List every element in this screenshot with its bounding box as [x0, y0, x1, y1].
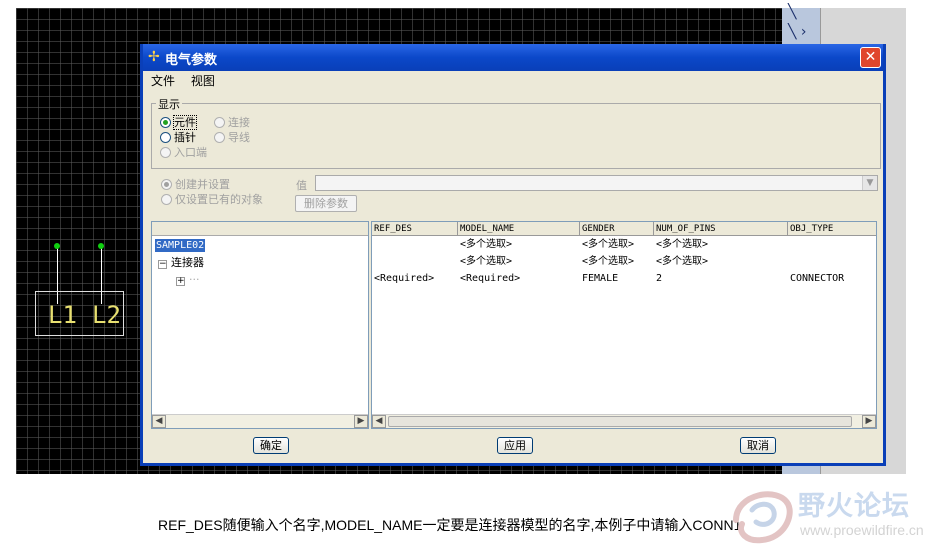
radio-component[interactable]: 元件 — [160, 115, 197, 130]
pin-label-2: L2 — [92, 301, 121, 329]
menu-view[interactable]: 视图 — [191, 74, 215, 88]
pin-node-2[interactable] — [98, 243, 104, 249]
radio-dot-icon — [161, 179, 172, 190]
side-scrollbar[interactable] — [906, 8, 910, 474]
column-header[interactable]: NUM_OF_PINS — [654, 222, 788, 236]
combo-arrow-icon[interactable]: ▼ — [862, 176, 877, 190]
table-cell[interactable]: <多个选取> — [656, 256, 708, 268]
radio-port[interactable]: 入口端 — [160, 146, 207, 159]
table-cell[interactable]: CONNECTOR — [790, 273, 844, 285]
column-header[interactable]: GENDER — [580, 222, 654, 236]
electrical-params-dialog: ✢ 电气参数 ✕ 文件 视图 显示 元件 连接 插针 导线 入口端 创建并设置 … — [140, 44, 886, 466]
watermark-title: 野火论坛 — [798, 491, 910, 522]
table-cell[interactable]: <多个选取> — [656, 239, 708, 251]
scroll-thumb[interactable] — [388, 416, 852, 427]
display-group: 显示 元件 连接 插针 导线 入口端 — [151, 96, 881, 169]
scroll-left-icon[interactable]: ◀ — [372, 415, 386, 428]
column-header[interactable]: REF_DES — [372, 222, 458, 236]
tree-header — [152, 222, 368, 236]
forum-watermark: 野火论坛 www.proewildfire.cn — [728, 480, 938, 548]
apply-button[interactable]: 应用 — [497, 437, 533, 454]
parameter-table[interactable]: REF_DES MODEL_NAME GENDER NUM_OF_PINS OB… — [371, 221, 877, 429]
table-cell[interactable]: <多个选取> — [582, 256, 634, 268]
column-header[interactable]: OBJ_TYPE — [788, 222, 878, 236]
radio-dot-icon — [160, 147, 171, 158]
pin-label-1: L1 — [48, 301, 77, 329]
display-group-legend: 显示 — [156, 96, 182, 112]
table-cell[interactable]: 2 — [656, 273, 662, 285]
radio-pin[interactable]: 插针 — [160, 131, 196, 144]
radio-dot-icon — [160, 132, 171, 143]
scroll-left-icon[interactable]: ◀ — [152, 415, 166, 428]
delete-param-button[interactable]: 删除参数 — [295, 195, 357, 212]
table-cell[interactable]: <多个选取> — [460, 239, 512, 251]
column-header[interactable]: MODEL_NAME — [458, 222, 580, 236]
dialog-title: 电气参数 — [165, 53, 218, 68]
watermark-logo-icon — [733, 491, 793, 544]
dialog-app-icon: ✢ — [148, 49, 160, 65]
radio-create-and-set[interactable]: 创建并设置 — [161, 178, 230, 191]
dialog-titlebar[interactable]: ✢ 电气参数 ✕ — [143, 44, 883, 71]
tree-expander-icon[interactable]: + — [176, 277, 185, 286]
value-label: 值 — [296, 179, 307, 192]
value-combo[interactable]: ▼ — [315, 175, 878, 191]
table-cell[interactable]: <Required> — [374, 273, 434, 285]
scroll-right-icon[interactable]: ▶ — [862, 415, 876, 428]
line-tool-icon[interactable]: ╲ › — [788, 24, 816, 40]
tree-expander-icon[interactable]: − — [158, 260, 167, 269]
object-tree[interactable]: SAMPLE02 − 连接器 + ··· ◀ ▶ — [151, 221, 369, 429]
table-cell[interactable]: <Required> — [460, 273, 520, 285]
watermark-url: www.proewildfire.cn — [800, 522, 924, 538]
close-icon[interactable]: ✕ — [860, 47, 881, 68]
radio-connection[interactable]: 连接 — [214, 116, 250, 129]
table-cell[interactable]: FEMALE — [582, 273, 618, 285]
pin-node-1[interactable] — [54, 243, 60, 249]
menu-file[interactable]: 文件 — [151, 74, 175, 88]
tree-node-connector[interactable]: − 连接器 — [158, 256, 204, 269]
ok-button[interactable]: 确定 — [253, 437, 289, 454]
tree-root-node[interactable]: SAMPLE02 — [155, 239, 206, 252]
table-header: REF_DES MODEL_NAME GENDER NUM_OF_PINS OB… — [372, 222, 876, 236]
radio-set-existing-only[interactable]: 仅设置已有的对象 — [161, 193, 263, 206]
caption-text: REF_DES随便输入个名字,MODEL_NAME一定要是连接器模型的名字,本例… — [158, 517, 742, 533]
radio-dot-icon — [161, 194, 172, 205]
table-cell[interactable]: <多个选取> — [460, 256, 512, 268]
table-hscrollbar[interactable]: ◀ ▶ — [372, 414, 876, 428]
table-cell[interactable]: <多个选取> — [582, 239, 634, 251]
tree-hscrollbar[interactable]: ◀ ▶ — [152, 414, 368, 428]
cancel-button[interactable]: 取消 — [740, 437, 776, 454]
menu-bar: 文件 视图 — [143, 71, 883, 91]
tree-node-leaf[interactable]: + ··· — [176, 273, 200, 286]
radio-dot-icon — [214, 117, 225, 128]
radio-dot-icon — [214, 132, 225, 143]
scroll-right-icon[interactable]: ▶ — [354, 415, 368, 428]
radio-wire[interactable]: 导线 — [214, 131, 250, 144]
radio-dot-icon — [160, 117, 171, 128]
tool-icon[interactable]: ╲ — [788, 4, 816, 20]
